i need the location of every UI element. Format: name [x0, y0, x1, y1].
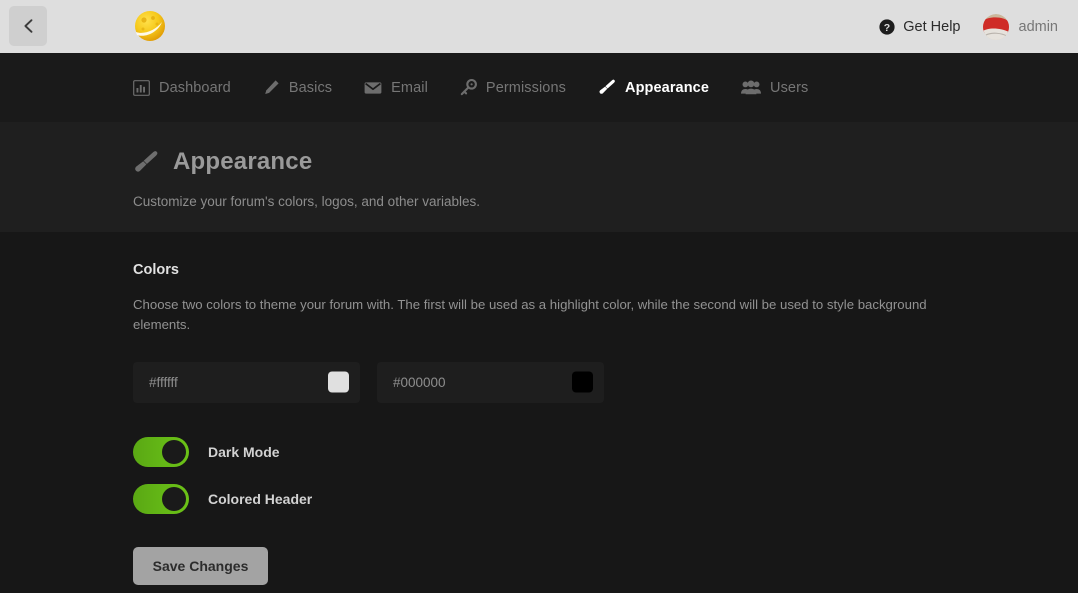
page-title: Appearance	[173, 148, 313, 175]
topbar-actions: ? Get Help admin	[879, 0, 1058, 53]
primary-color-field[interactable]	[133, 361, 360, 403]
nav-label: Appearance	[625, 79, 710, 96]
dark-mode-toggle[interactable]	[133, 436, 189, 467]
avatar	[982, 13, 1009, 40]
paintbrush-icon	[135, 150, 158, 172]
nav-list: Dashboard Basics Email Permissions Appea…	[133, 75, 840, 100]
nav-item-email[interactable]: Email	[364, 76, 450, 100]
settings-content: Colors Choose two colors to theme your f…	[0, 232, 1078, 593]
paintbrush-icon	[599, 79, 615, 94]
nav-item-users[interactable]: Users	[741, 76, 830, 100]
colored-header-toggle[interactable]	[133, 483, 189, 514]
toggle-knob	[162, 439, 186, 464]
chart-bar-icon	[133, 79, 150, 96]
nav-label: Basics	[288, 79, 333, 96]
colors-section-description: Choose two colors to theme your forum wi…	[133, 297, 927, 333]
hero-title-row: Appearance	[133, 148, 1078, 176]
dark-mode-label: Dark Mode	[208, 443, 280, 460]
secondary-color-input[interactable]	[377, 361, 604, 403]
admin-nav-bar: Dashboard Basics Email Permissions Appea…	[0, 53, 1078, 122]
dark-mode-row: Dark Mode	[133, 436, 1078, 467]
key-icon	[460, 79, 477, 96]
top-header-bar: ? Get Help admin	[0, 0, 1078, 53]
nav-label: Permissions	[485, 79, 566, 96]
nav-item-basics[interactable]: Basics	[263, 75, 354, 100]
nav-label: Dashboard	[159, 79, 231, 96]
chevron-left-icon	[23, 19, 32, 33]
username-label: admin	[1018, 18, 1059, 35]
nav-item-permissions[interactable]: Permissions	[460, 75, 588, 100]
envelope-icon	[364, 81, 382, 94]
get-help-label: Get Help	[903, 18, 961, 35]
back-button[interactable]	[9, 6, 47, 46]
page-hero: Appearance Customize your forum's colors…	[0, 122, 1078, 232]
pencil-icon	[265, 80, 279, 94]
forum-logo-icon[interactable]	[132, 8, 168, 44]
secondary-color-field[interactable]	[377, 361, 604, 403]
color-fields-row	[133, 361, 1078, 403]
nav-item-dashboard[interactable]: Dashboard	[133, 76, 253, 100]
user-menu[interactable]: admin	[982, 13, 1059, 40]
nav-label: Email	[391, 79, 428, 96]
primary-color-swatch[interactable]	[328, 371, 349, 393]
secondary-color-swatch[interactable]	[572, 371, 593, 393]
save-changes-button[interactable]: Save Changes	[133, 546, 268, 585]
toggle-knob	[162, 486, 186, 511]
colored-header-label: Colored Header	[208, 490, 313, 507]
page-subtitle: Customize your forum's colors, logos, an…	[133, 194, 480, 209]
colored-header-row: Colored Header	[133, 483, 1078, 514]
nav-label: Users	[770, 79, 809, 96]
get-help-link[interactable]: ? Get Help	[879, 18, 961, 35]
colors-section-title: Colors	[133, 262, 179, 278]
nav-item-appearance[interactable]: Appearance	[598, 75, 731, 100]
svg-text:?: ?	[884, 21, 890, 33]
users-icon	[741, 80, 762, 95]
primary-color-input[interactable]	[133, 361, 360, 403]
question-circle-icon: ?	[879, 18, 895, 35]
